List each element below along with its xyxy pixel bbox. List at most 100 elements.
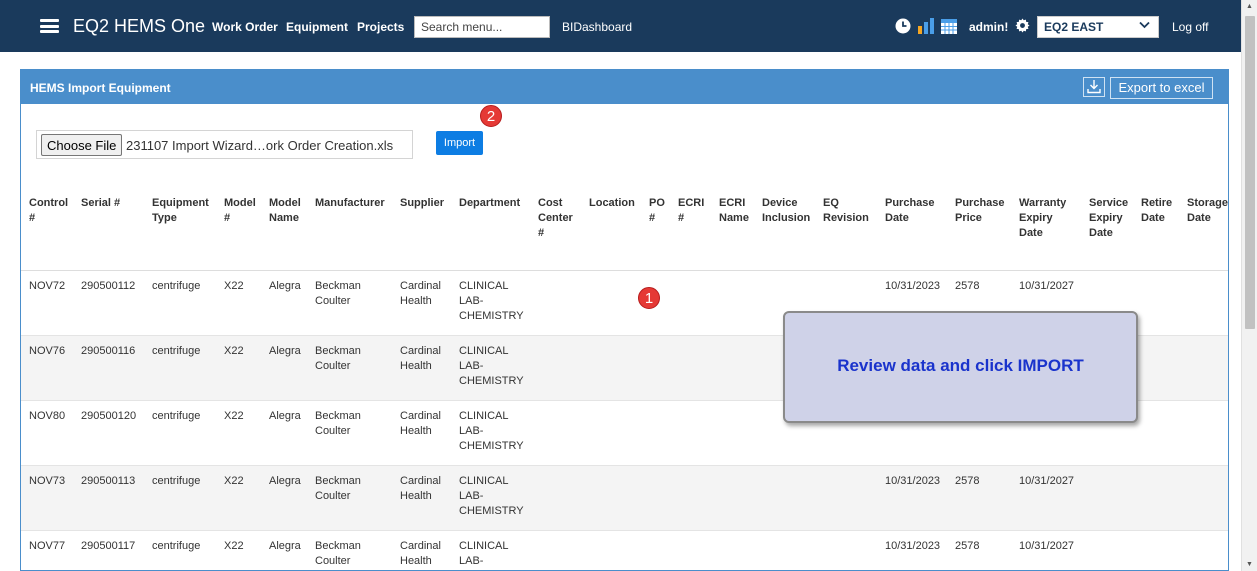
table-cell: Beckman Coulter: [315, 280, 361, 307]
table-cell: Alegra: [269, 475, 301, 487]
review-callout: Review data and click IMPORT: [783, 311, 1138, 423]
table-cell: Alegra: [269, 410, 301, 422]
table-cell: centrifuge: [152, 540, 201, 552]
table-cell: Alegra: [269, 280, 301, 292]
table-cell: 2578: [955, 475, 980, 487]
table-cell: 2578: [955, 540, 980, 552]
table-cell: X22: [224, 475, 244, 487]
scroll-down-arrow-icon[interactable]: ▼: [1246, 561, 1253, 568]
region-select[interactable]: EQ2 EAST: [1037, 16, 1159, 38]
top-nav-bar: EQ2 HEMS One Work Order Equipment Projec…: [0, 0, 1241, 52]
table-cell: NOV72: [29, 280, 66, 292]
column-header[interactable]: Supplier: [400, 196, 444, 211]
table-cell: CLINICAL LAB-: [459, 540, 509, 567]
table-cell: centrifuge: [152, 475, 201, 487]
selected-file-name: 231107 Import Wizard…ork Order Creation.…: [126, 138, 394, 153]
table-cell: X22: [224, 280, 244, 292]
table-cell: X22: [224, 410, 244, 422]
table-cell: centrifuge: [152, 280, 201, 292]
scroll-thumb[interactable]: [1245, 16, 1255, 329]
column-header[interactable]: Manufacturer: [315, 196, 385, 211]
table-cell: 2578: [955, 280, 980, 292]
table-cell: NOV80: [29, 410, 66, 422]
table-row[interactable]: NOV73 290500113 centrifuge X22 Alegra Be…: [21, 466, 1228, 531]
table-cell: 290500120: [81, 410, 137, 422]
clock-icon[interactable]: [895, 18, 911, 34]
column-header[interactable]: EQ Revision: [823, 196, 869, 226]
panel-header: HEMS Import Equipment Export to excel: [21, 70, 1228, 104]
nav-equipment[interactable]: Equipment: [286, 20, 348, 34]
table-cell: 10/31/2023: [885, 540, 941, 552]
column-header[interactable]: Device Inclusion: [762, 196, 810, 226]
callout-1-badge: 1: [638, 287, 660, 309]
export-to-excel-button[interactable]: Export to excel: [1110, 77, 1213, 99]
download-button[interactable]: [1083, 77, 1105, 97]
table-cell: Alegra: [269, 540, 301, 552]
table-cell: CLINICAL LAB- CHEMISTRY: [459, 475, 524, 517]
column-header[interactable]: Storage Date: [1187, 196, 1228, 226]
log-off-link[interactable]: Log off: [1172, 20, 1208, 34]
panel-title: HEMS Import Equipment: [30, 81, 171, 95]
import-button[interactable]: Import: [436, 131, 483, 155]
bar-chart-icon[interactable]: [917, 17, 935, 34]
table-cell: Alegra: [269, 345, 301, 357]
column-header[interactable]: Cost Center #: [538, 196, 573, 241]
table-cell: 10/31/2027: [1019, 475, 1075, 487]
region-select-value: EQ2 EAST: [1044, 20, 1104, 34]
choose-file-button[interactable]: Choose File: [41, 134, 123, 156]
scroll-up-arrow-icon[interactable]: ▲: [1246, 3, 1253, 10]
column-header[interactable]: Warranty Expiry Date: [1019, 196, 1066, 241]
table-cell: 10/31/2023: [885, 280, 941, 292]
table-cell: Cardinal Health: [400, 475, 441, 502]
table-cell: Beckman Coulter: [315, 475, 361, 502]
column-header[interactable]: Equipment Type: [152, 196, 209, 226]
column-header[interactable]: Retire Date: [1141, 196, 1172, 226]
table-cell: centrifuge: [152, 410, 201, 422]
table-cell: CLINICAL LAB- CHEMISTRY: [459, 280, 524, 322]
vertical-scrollbar[interactable]: ▲ ▼: [1241, 0, 1257, 571]
review-callout-text: Review data and click IMPORT: [837, 356, 1084, 375]
table-cell: NOV73: [29, 475, 66, 487]
column-header[interactable]: PO #: [649, 196, 665, 226]
nav-work-order[interactable]: Work Order: [212, 20, 278, 34]
column-header[interactable]: Service Expiry Date: [1089, 196, 1128, 241]
table-cell: NOV76: [29, 345, 66, 357]
user-name[interactable]: admin!: [969, 20, 1008, 34]
column-header[interactable]: Purchase Date: [885, 196, 935, 226]
search-menu-input[interactable]: [414, 16, 550, 38]
table-cell: Beckman Coulter: [315, 345, 361, 372]
nav-projects[interactable]: Projects: [357, 20, 404, 34]
table-cell: 290500116: [81, 345, 136, 357]
column-header[interactable]: Model Name: [269, 196, 301, 226]
table-cell: CLINICAL LAB- CHEMISTRY: [459, 345, 524, 387]
table-cell: 10/31/2027: [1019, 540, 1075, 552]
callout-2-badge: 2: [480, 105, 502, 127]
table-cell: X22: [224, 345, 244, 357]
table-cell: Beckman Coulter: [315, 540, 361, 567]
table-cell: CLINICAL LAB- CHEMISTRY: [459, 410, 524, 452]
gear-icon[interactable]: [1015, 18, 1030, 33]
calendar-icon[interactable]: [940, 17, 958, 35]
nav-bidashboard[interactable]: BIDashboard: [562, 20, 632, 34]
table-cell: 290500113: [81, 475, 136, 487]
table-cell: centrifuge: [152, 345, 201, 357]
table-cell: 290500117: [81, 540, 136, 552]
table-cell: NOV77: [29, 540, 66, 552]
column-header[interactable]: Location: [589, 196, 635, 211]
table-cell: Cardinal Health: [400, 540, 441, 567]
column-header[interactable]: Serial #: [81, 196, 120, 211]
column-header[interactable]: Department: [459, 196, 520, 211]
table-row[interactable]: NOV77 290500117 centrifuge X22 Alegra Be…: [21, 531, 1228, 571]
file-input[interactable]: Choose File 231107 Import Wizard…ork Ord…: [36, 130, 413, 159]
hamburger-menu-icon[interactable]: [40, 19, 59, 33]
download-icon: [1087, 80, 1101, 94]
column-header[interactable]: Control #: [29, 196, 68, 226]
app-brand[interactable]: EQ2 HEMS One: [73, 16, 205, 37]
chevron-down-icon: [1139, 20, 1150, 32]
column-header[interactable]: Model #: [224, 196, 256, 226]
column-header[interactable]: Purchase Price: [955, 196, 1005, 226]
table-cell: Cardinal Health: [400, 280, 441, 307]
column-header[interactable]: ECRI Name: [719, 196, 749, 226]
table-cell: 10/31/2023: [885, 475, 941, 487]
column-header[interactable]: ECRI #: [678, 196, 704, 226]
